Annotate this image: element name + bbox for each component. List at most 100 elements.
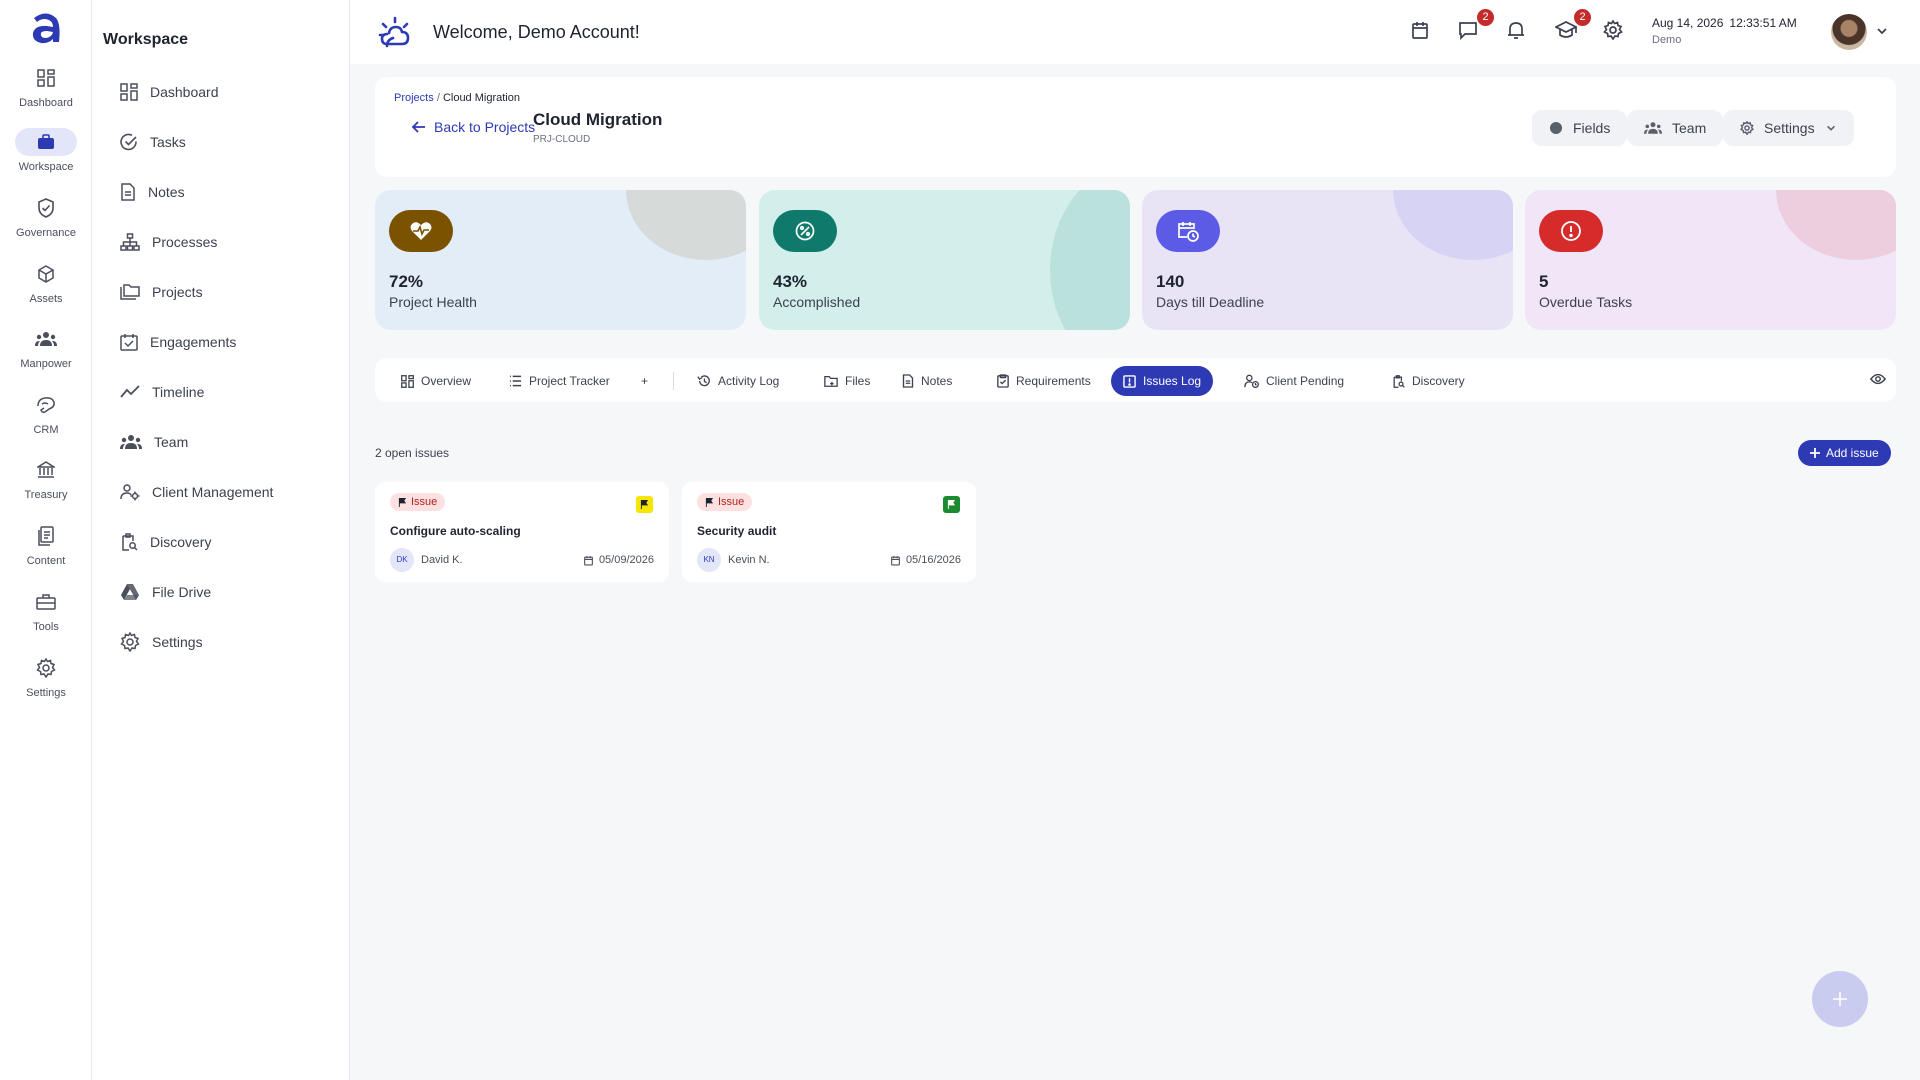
people-icon [1644, 122, 1662, 134]
tab-project-tracker[interactable]: Project Tracker [497, 366, 622, 396]
tab-label: Activity Log [718, 374, 780, 388]
fields-button[interactable]: Fields [1532, 110, 1628, 146]
check-circle-icon [120, 133, 137, 151]
sidebar-item-client-management[interactable]: Client Management [120, 477, 273, 507]
documents-icon [15, 522, 77, 550]
sidebar-item-label: Notes [148, 184, 185, 200]
sidebar-item-label: Tasks [150, 134, 186, 150]
tab-client-pending[interactable]: Client Pending [1232, 366, 1356, 396]
project-tabs: Overview Project Tracker + Activity Log … [375, 358, 1896, 402]
stat-label: Accomplished [773, 294, 861, 310]
tab-notes[interactable]: Notes [890, 366, 964, 396]
clipboard-check-icon [997, 374, 1009, 388]
sidebar-item-processes[interactable]: Processes [120, 227, 217, 257]
add-tab-button[interactable]: + [629, 366, 660, 396]
gear-icon [1740, 121, 1754, 135]
sidebar-item-discovery[interactable]: Discovery [120, 527, 211, 557]
sidebar-item-team[interactable]: Team [120, 427, 188, 457]
add-issue-button[interactable]: Add issue [1798, 440, 1891, 466]
eye-icon[interactable] [1870, 372, 1886, 386]
chevron-down-icon[interactable] [1875, 24, 1889, 38]
tab-label: Overview [421, 374, 472, 388]
grid-icon [120, 83, 138, 101]
stat-value: 140 [1156, 272, 1185, 291]
sidebar-item-notes[interactable]: Notes [120, 177, 185, 207]
rail-item-assets[interactable]: Assets [0, 260, 92, 322]
tab-label: Client Pending [1266, 374, 1345, 388]
add-tab-icon: + [641, 374, 649, 388]
tab-label: Requirements [1016, 374, 1091, 388]
brand-logo-icon[interactable] [378, 16, 412, 50]
bell-icon[interactable] [1506, 20, 1530, 44]
issue-card[interactable]: Issue Configure auto-scaling DK David K.… [375, 482, 669, 582]
breadcrumb-projects[interactable]: Projects [394, 92, 434, 104]
sidebar-item-engagements[interactable]: Engagements [120, 327, 236, 357]
sidebar-item-label: Settings [152, 634, 203, 650]
gear-icon[interactable] [1603, 20, 1627, 44]
issue-title[interactable]: Security audit [697, 524, 776, 538]
app-logo-icon[interactable] [28, 10, 64, 48]
rail-item-manpower[interactable]: Manpower [0, 325, 92, 387]
tab-discovery[interactable]: Discovery [1380, 366, 1477, 396]
tab-requirements[interactable]: Requirements [985, 366, 1103, 396]
stat-card-overdue-tasks: 5 Overdue Tasks [1525, 190, 1896, 330]
rail-item-treasury[interactable]: Treasury [0, 456, 92, 518]
rail-item-workspace[interactable]: Workspace [0, 128, 92, 190]
drive-icon [121, 584, 139, 600]
folders-icon [120, 284, 140, 300]
people-icon [15, 325, 77, 353]
flag-icon [398, 497, 407, 507]
sidebar-item-label: Team [154, 434, 189, 450]
rail-item-crm[interactable]: CRM [0, 391, 92, 453]
rail-item-tools[interactable]: Tools [0, 588, 92, 650]
stat-decoration [1776, 190, 1896, 260]
gear-icon [15, 654, 77, 682]
sidebar-item-dashboard[interactable]: Dashboard [120, 77, 219, 107]
sidebar-item-settings[interactable]: Settings [120, 627, 203, 657]
graduation-cap-icon[interactable]: 2 [1555, 9, 1591, 44]
sidebar-item-file-drive[interactable]: File Drive [120, 577, 211, 607]
rail-item-dashboard[interactable]: Dashboard [0, 64, 92, 126]
list-icon [509, 375, 522, 387]
grid-icon [15, 64, 77, 92]
people-icon [120, 435, 142, 449]
current-time: 12:33:51 AM [1729, 16, 1797, 30]
stat-decoration [626, 190, 746, 260]
team-button[interactable]: Team [1627, 110, 1724, 146]
sidebar-item-tasks[interactable]: Tasks [120, 127, 186, 157]
rail-item-settings[interactable]: Settings [0, 654, 92, 716]
people-gear-icon [120, 484, 140, 501]
top-bar: Welcome, Demo Account! 2 2 Aug 14, 2026 1… [350, 0, 1920, 64]
issue-card[interactable]: Issue Security audit KN Kevin N. 05/16/2… [682, 482, 976, 582]
rail-item-content[interactable]: Content [0, 522, 92, 584]
project-code: PRJ-CLOUD [533, 134, 591, 145]
tab-issues-log[interactable]: Issues Log [1111, 366, 1214, 396]
priority-flag-icon[interactable] [636, 496, 653, 513]
stat-label: Days till Deadline [1156, 294, 1265, 310]
tab-label: Discovery [1412, 374, 1465, 388]
messages-icon[interactable]: 2 [1458, 9, 1494, 44]
priority-flag-icon[interactable] [943, 496, 960, 513]
settings-label: Settings [1764, 120, 1815, 136]
stat-label: Project Health [389, 294, 477, 310]
sidebar-item-projects[interactable]: Projects [120, 277, 203, 307]
tab-files[interactable]: Files [812, 366, 882, 396]
issue-title[interactable]: Configure auto-scaling [390, 524, 521, 538]
sidebar-item-label: Timeline [152, 384, 205, 400]
calendar-clock-icon [1156, 210, 1220, 252]
back-to-projects-button[interactable]: Back to Projects [412, 119, 535, 135]
tab-label: Files [845, 374, 871, 388]
sidebar-item-timeline[interactable]: Timeline [120, 377, 204, 407]
rail-item-governance[interactable]: Governance [0, 194, 92, 256]
floating-add-button[interactable] [1812, 971, 1868, 1027]
rail-label: Content [26, 555, 66, 567]
cube-icon [15, 260, 77, 288]
avatar: DK [390, 548, 414, 572]
settings-dropdown-button[interactable]: Settings [1723, 110, 1854, 146]
tab-activity-log[interactable]: Activity Log [685, 366, 791, 396]
avatar[interactable] [1831, 14, 1867, 50]
gear-icon [120, 632, 140, 652]
sidebar-item-label: Dashboard [150, 84, 219, 100]
calendar-icon[interactable] [1410, 20, 1434, 44]
tab-overview[interactable]: Overview [389, 366, 483, 396]
